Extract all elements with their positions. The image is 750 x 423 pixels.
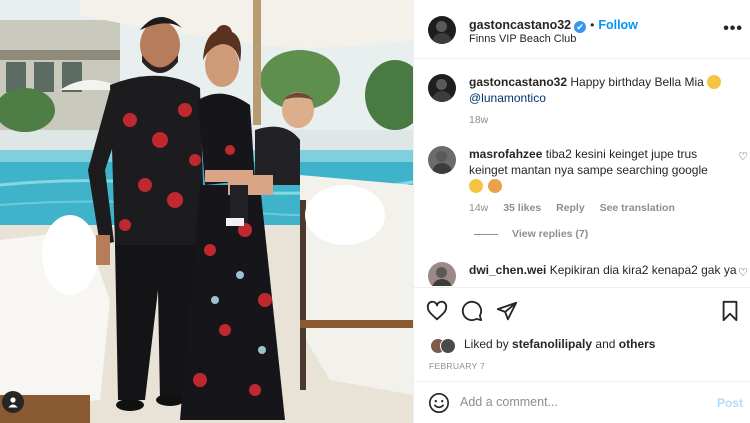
see-no-evil-monkey-emoji-icon xyxy=(488,179,503,193)
view-replies-label: View replies (7) xyxy=(512,228,589,240)
comment-text: Kepikiran dia kira2 kenapa2 gak ya xyxy=(549,263,737,277)
comment-meta: 14w 35 likes Reply See translation xyxy=(469,200,739,216)
caption-author[interactable]: gastoncastano32 xyxy=(469,75,567,89)
comment-time[interactable]: 14w xyxy=(469,202,488,214)
view-replies-line xyxy=(474,233,498,235)
likes-prefix: Liked by xyxy=(464,337,509,351)
caption-mention[interactable]: @lunamontico xyxy=(469,91,546,105)
likes-others-link[interactable]: others xyxy=(619,337,656,351)
ellipsis-icon[interactable]: ••• xyxy=(723,20,743,38)
post-header: gastoncastano32 ✔ • Follow Finns VIP Beach … xyxy=(414,0,750,59)
comment-like-heart-icon[interactable]: ♡ xyxy=(738,150,748,163)
view-replies-button[interactable]: View replies (7) xyxy=(474,228,588,240)
comment-composer: Post xyxy=(414,381,750,423)
likes-summary: Liked by stefanolilipaly and others xyxy=(464,337,655,351)
author-avatar[interactable] xyxy=(428,16,456,44)
liker-avatar[interactable] xyxy=(440,338,456,354)
comment-like-heart-icon[interactable]: ♡ xyxy=(738,266,748,279)
comment-author-avatar[interactable] xyxy=(428,146,456,174)
comment-text-block: dwi_chen.wei Kepikiran dia kira2 kenapa2… xyxy=(469,262,739,278)
verified-badge-icon: ✔ xyxy=(574,21,587,33)
likes-conjunction: and xyxy=(595,337,616,351)
comment-author[interactable]: masrofahzee xyxy=(469,147,542,161)
kiss-emoji-icon xyxy=(707,75,722,89)
caption-meta: 18w xyxy=(469,112,739,128)
comment-author[interactable]: dwi_chen.wei xyxy=(469,263,546,277)
smiley-face-icon[interactable] xyxy=(428,392,450,419)
paper-plane-icon[interactable] xyxy=(496,300,518,322)
comment-text-block: masrofahzee tiba2 kesini keinget jupe tr… xyxy=(469,146,739,216)
photo-scene xyxy=(0,0,413,423)
sad-face-emoji-icon xyxy=(469,179,483,193)
post-date[interactable]: FEBRUARY 7 xyxy=(429,361,485,371)
author-username[interactable]: gastoncastano32 xyxy=(469,18,571,32)
post-location[interactable]: Finns VIP Beach Club xyxy=(469,33,576,45)
comments-list[interactable]: gastoncastano32 Happy birthday Bella Mia… xyxy=(414,60,750,286)
bookmark-icon[interactable] xyxy=(719,300,741,322)
comment-author-avatar[interactable] xyxy=(428,262,456,286)
follow-button[interactable]: Follow xyxy=(598,18,638,32)
user-tag-glyph xyxy=(8,397,18,408)
post-side-panel: gastoncastano32 ✔ • Follow Finns VIP Beach … xyxy=(413,0,750,423)
post-comment-button[interactable]: Post xyxy=(717,396,743,410)
caption-time[interactable]: 18w xyxy=(469,114,488,126)
caption-text: Happy birthday Bella Mia xyxy=(570,75,704,89)
see-translation-button[interactable]: See translation xyxy=(600,202,675,214)
comment-likes-count[interactable]: 35 likes xyxy=(503,202,541,214)
bookmark-glyph xyxy=(722,300,738,322)
heart-glyph xyxy=(426,300,448,321)
user-tag-icon[interactable] xyxy=(2,391,24,413)
separator-dot: • xyxy=(590,18,595,32)
author-line: gastoncastano32 ✔ • Follow xyxy=(469,16,638,34)
smiley-glyph xyxy=(429,393,449,413)
heart-icon[interactable] xyxy=(426,300,448,322)
caption-text-block: gastoncastano32 Happy birthday Bella Mia… xyxy=(469,74,739,128)
post-photo[interactable] xyxy=(0,0,413,423)
caption-author-avatar[interactable] xyxy=(428,74,456,102)
share-glyph xyxy=(496,301,518,321)
comment-glyph xyxy=(461,300,483,322)
comment-bubble-icon[interactable] xyxy=(461,300,483,322)
liker-username[interactable]: stefanolilipaly xyxy=(512,337,592,351)
add-comment-input[interactable] xyxy=(460,395,700,409)
comment-reply-button[interactable]: Reply xyxy=(556,202,585,214)
